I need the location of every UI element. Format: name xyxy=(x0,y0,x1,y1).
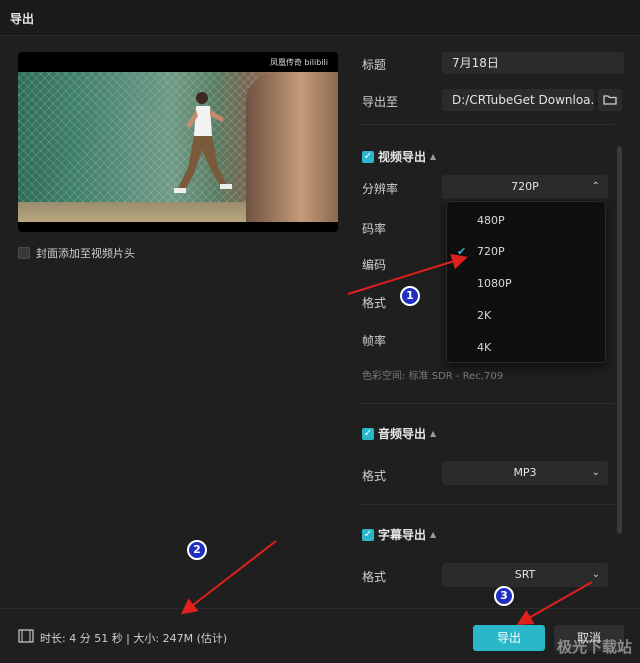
subtitle-format-value: SRT xyxy=(514,568,536,581)
scrollbar[interactable] xyxy=(617,146,622,534)
collapse-caret-icon[interactable]: ▲ xyxy=(430,530,436,539)
audio-export-label: 音频导出 xyxy=(378,427,427,441)
chevron-up-icon: ⌃ xyxy=(591,181,600,192)
subtitle-format-label: 格式 xyxy=(362,570,387,584)
title-input[interactable]: 7月18日 xyxy=(442,52,624,74)
footer-bar: 时长: 4 分 51 秒 | 大小: 247M (估计) 导出 取消 xyxy=(0,608,640,663)
title-label: 标题 xyxy=(362,58,387,72)
title-bar: 导出 xyxy=(0,0,640,36)
video-export-section[interactable]: ✓ 视频导出 ▲ xyxy=(362,148,436,165)
audio-format-value: MP3 xyxy=(513,466,537,479)
resolution-value: 720P xyxy=(511,180,539,193)
folder-button[interactable] xyxy=(598,89,622,111)
format-label: 格式 xyxy=(362,296,387,310)
annotation-badge-1: 1 xyxy=(400,286,420,306)
chevron-down-icon: ⌄ xyxy=(591,467,600,478)
runner-figure xyxy=(174,92,232,193)
collapse-caret-icon[interactable]: ▲ xyxy=(430,152,436,161)
site-watermark-logo: 极光下载站 xyxy=(556,638,632,656)
divider xyxy=(358,124,614,125)
tree-trunk xyxy=(246,72,338,222)
resolution-option-4k[interactable]: 4K xyxy=(477,341,491,354)
subtitle-format-select[interactable]: SRT ⌄ xyxy=(442,563,608,587)
watermark: 凤凰传奇 bilibili xyxy=(269,58,328,67)
check-icon[interactable]: ✓ xyxy=(362,150,374,163)
folder-icon xyxy=(603,95,617,105)
subtitle-export-section[interactable]: ✓ 字幕导出 ▲ xyxy=(362,526,436,543)
audio-format-label: 格式 xyxy=(362,469,387,483)
resolution-option-480p[interactable]: 480P xyxy=(477,214,505,227)
chevron-down-icon: ⌄ xyxy=(591,569,600,580)
audio-format-select[interactable]: MP3 ⌄ xyxy=(442,461,608,485)
annotation-badge-2: 2 xyxy=(187,540,207,560)
export-to-label: 导出至 xyxy=(362,95,399,109)
check-icon[interactable]: ✓ xyxy=(362,528,374,541)
encoding-label: 编码 xyxy=(362,258,387,272)
divider xyxy=(358,504,614,505)
audio-export-section[interactable]: ✓ 音频导出 ▲ xyxy=(362,425,436,442)
video-preview: 凤凰传奇 bilibili xyxy=(18,52,338,232)
resolution-select[interactable]: 720P ⌃ xyxy=(442,175,608,199)
film-icon xyxy=(18,629,34,643)
framerate-label: 帧率 xyxy=(362,334,387,348)
checkbox-box[interactable] xyxy=(18,247,30,259)
divider xyxy=(358,403,614,404)
resolution-option-720p[interactable]: 720P xyxy=(477,245,505,258)
window-title: 导出 xyxy=(10,12,35,26)
export-info: 时长: 4 分 51 秒 | 大小: 247M (估计) xyxy=(40,632,228,645)
export-button[interactable]: 导出 xyxy=(473,625,545,651)
resolution-dropdown[interactable]: ✔ 480P 720P 1080P 2K 4K xyxy=(446,201,606,363)
bitrate-label: 码率 xyxy=(362,222,387,236)
check-icon[interactable]: ✓ xyxy=(362,427,374,440)
cover-checkbox-label: 封面添加至视频片头 xyxy=(36,247,135,260)
checkmark-icon: ✔ xyxy=(457,245,467,258)
resolution-option-2k[interactable]: 2K xyxy=(477,309,491,322)
collapse-caret-icon[interactable]: ▲ xyxy=(430,429,436,438)
cover-checkbox[interactable]: 封面添加至视频片头 xyxy=(18,245,135,261)
resolution-label: 分辨率 xyxy=(362,182,399,196)
annotation-badge-3: 3 xyxy=(494,586,514,606)
export-path-input[interactable]: D:/CRTubeGet Downloa... xyxy=(442,89,594,111)
video-export-label: 视频导出 xyxy=(378,150,427,164)
subtitle-export-label: 字幕导出 xyxy=(378,528,427,542)
colorspace-text: 色彩空间: 标准 SDR - Rec.709 xyxy=(362,371,504,382)
resolution-option-1080p[interactable]: 1080P xyxy=(477,277,512,290)
